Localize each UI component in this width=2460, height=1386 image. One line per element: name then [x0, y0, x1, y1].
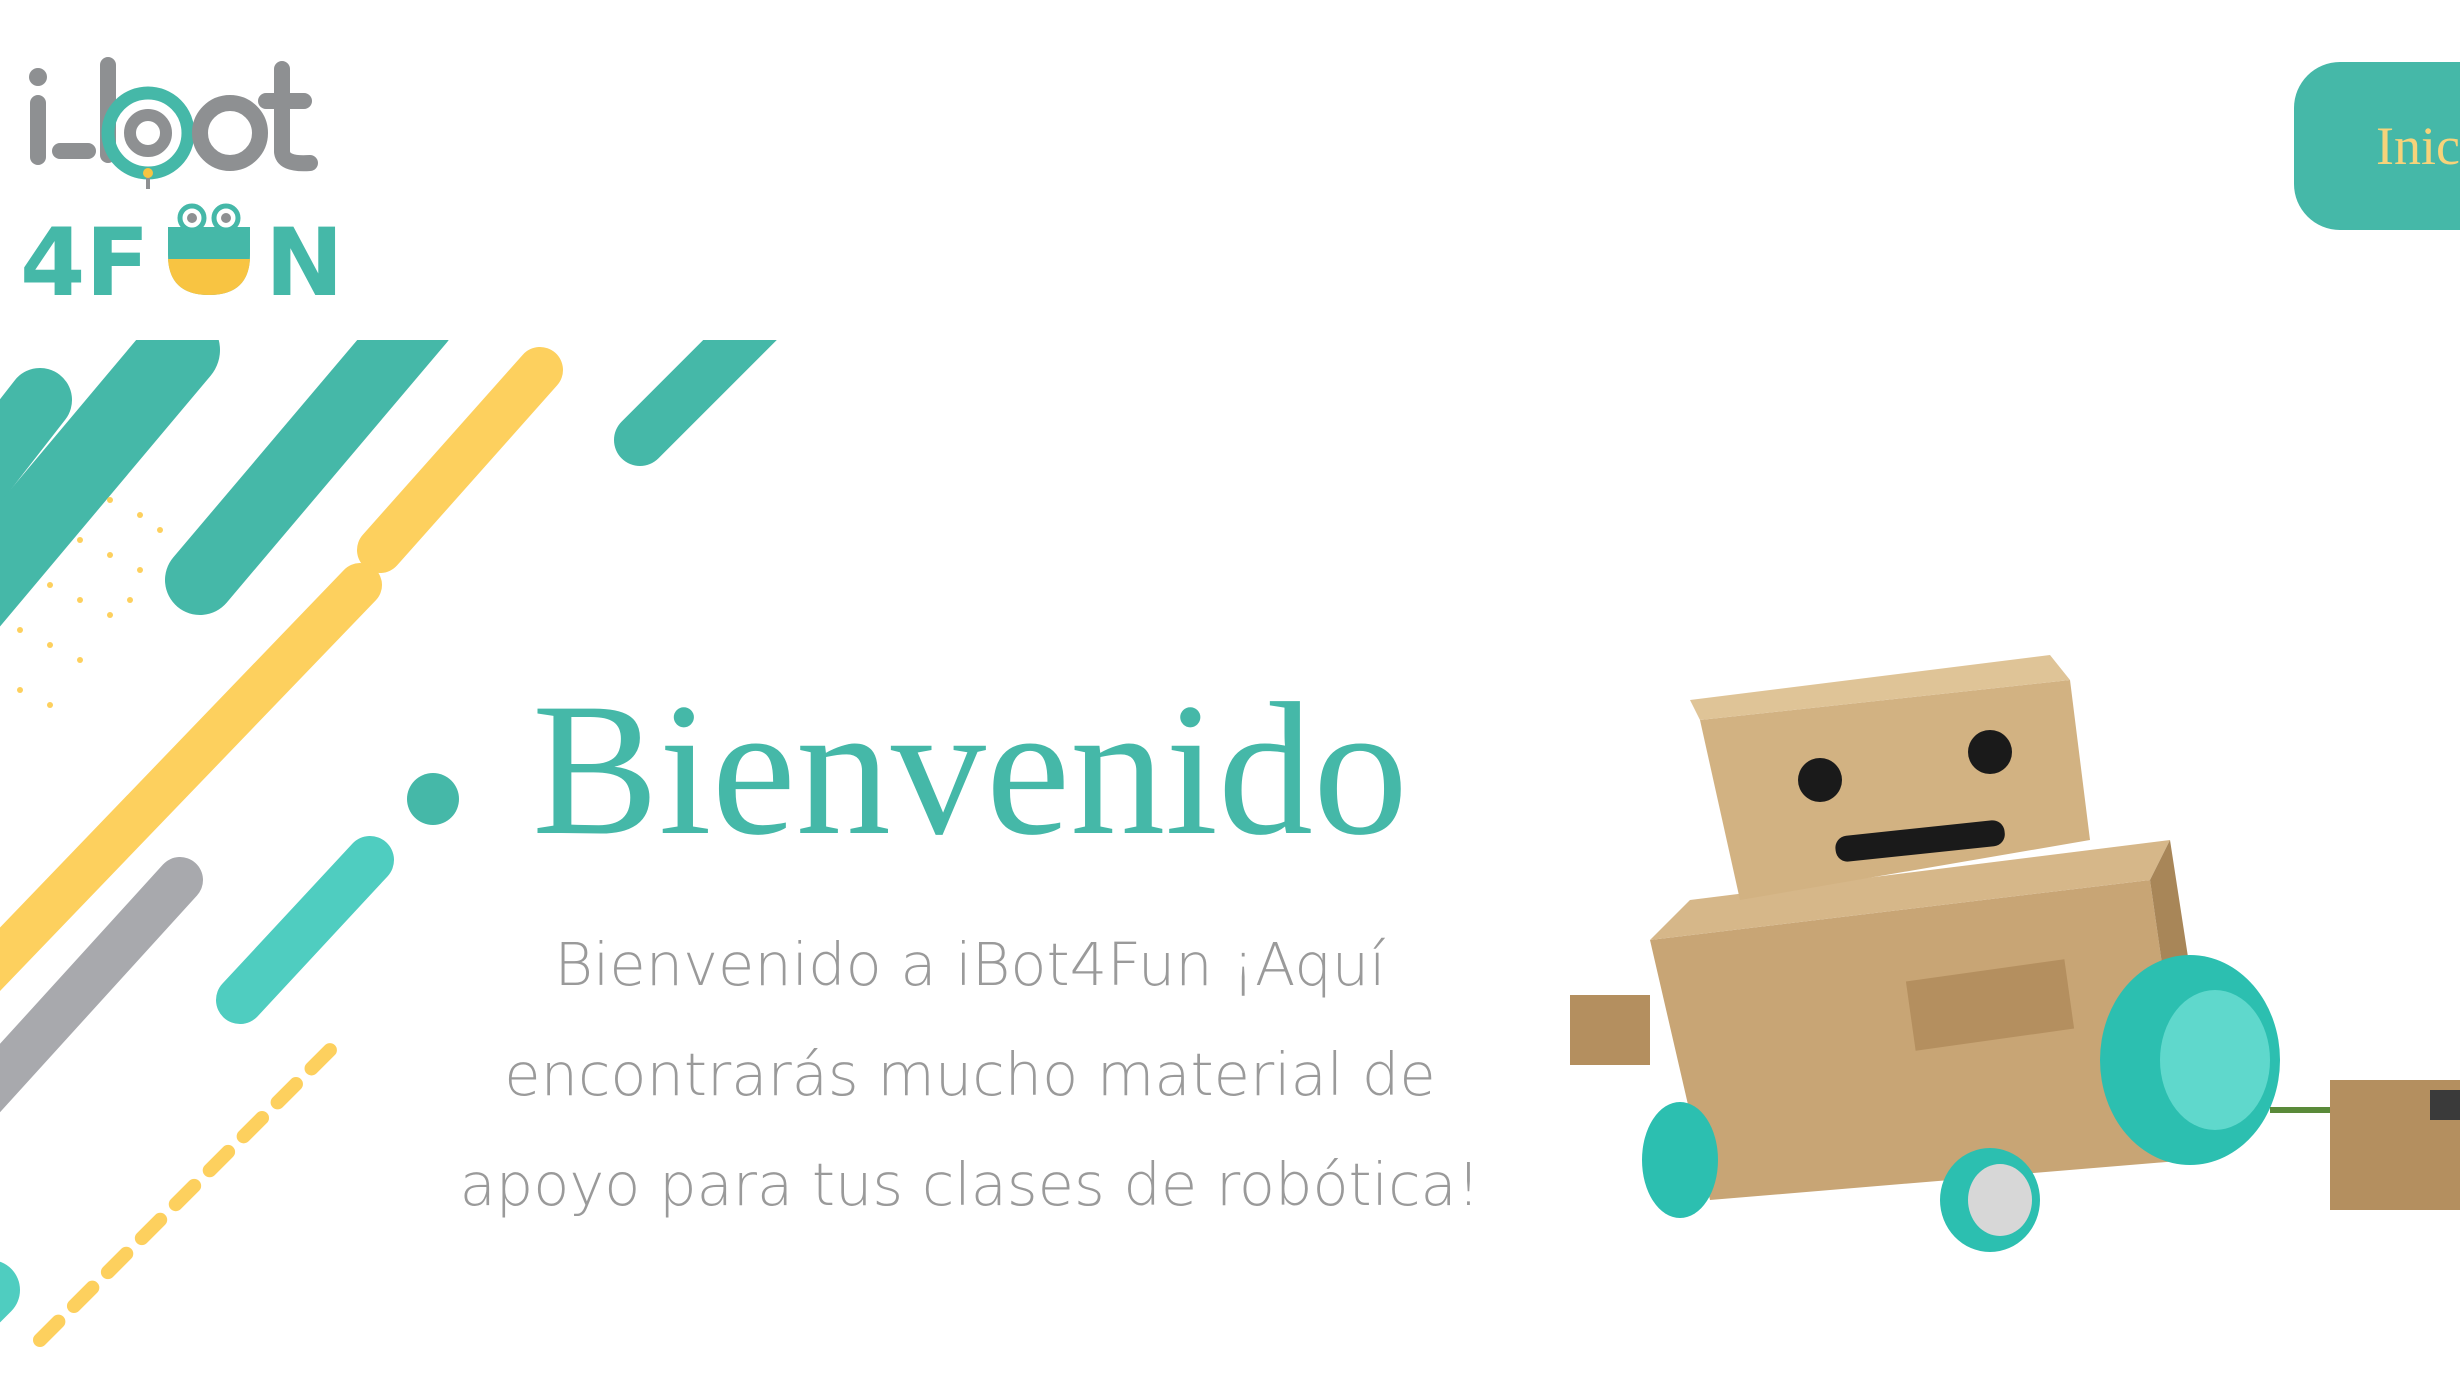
cardboard-robot-image — [1570, 655, 2460, 1252]
svg-text:N: N — [265, 209, 340, 305]
inicio-nav-button[interactable]: Inicio — [2294, 62, 2460, 230]
hero-description: Bienvenido a iBot4Fun ¡Aquí encontrarás … — [459, 930, 1481, 1219]
ibot4fun-logo[interactable]: 4F N — [20, 55, 340, 305]
svg-text:4F: 4F — [20, 209, 150, 305]
hero-title: Bienvenido — [532, 665, 1408, 875]
